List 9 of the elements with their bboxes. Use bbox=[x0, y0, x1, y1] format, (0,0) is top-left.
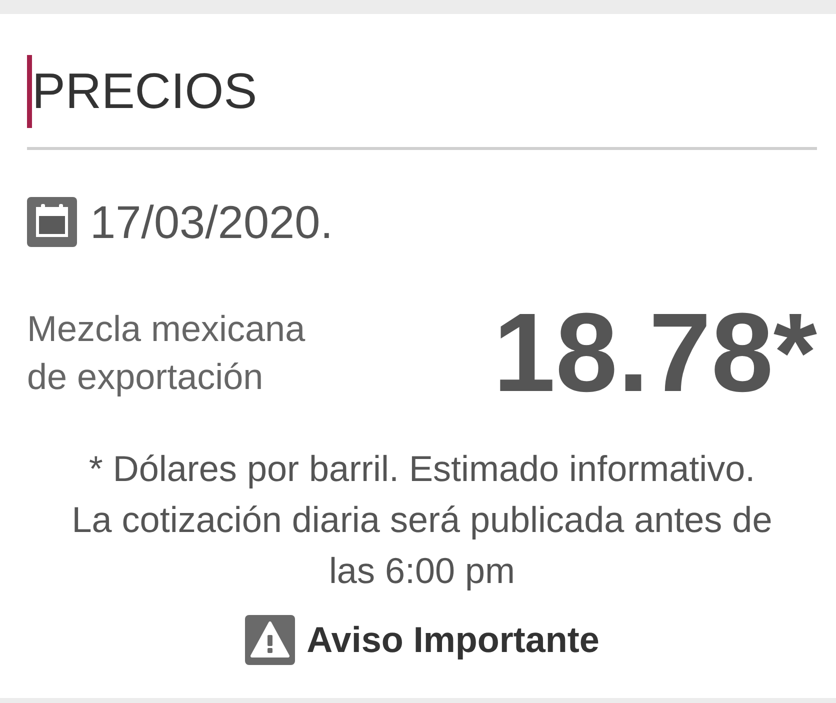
product-label: Mezcla mexicana de exportación bbox=[27, 307, 306, 399]
note-text: La cotización diaria será publicada antes de las 6:00 pm bbox=[70, 498, 774, 593]
notice-link[interactable]: Aviso Importante bbox=[244, 615, 600, 665]
warning-icon bbox=[244, 615, 295, 665]
section-title: PRECIOS bbox=[32, 64, 258, 119]
calendar-icon bbox=[27, 197, 77, 247]
note-text: * Dólares por barril. Estimado informativo. bbox=[88, 447, 756, 491]
price-value: 18.78* bbox=[493, 297, 817, 409]
date-text: 17/03/2020. bbox=[90, 197, 334, 247]
